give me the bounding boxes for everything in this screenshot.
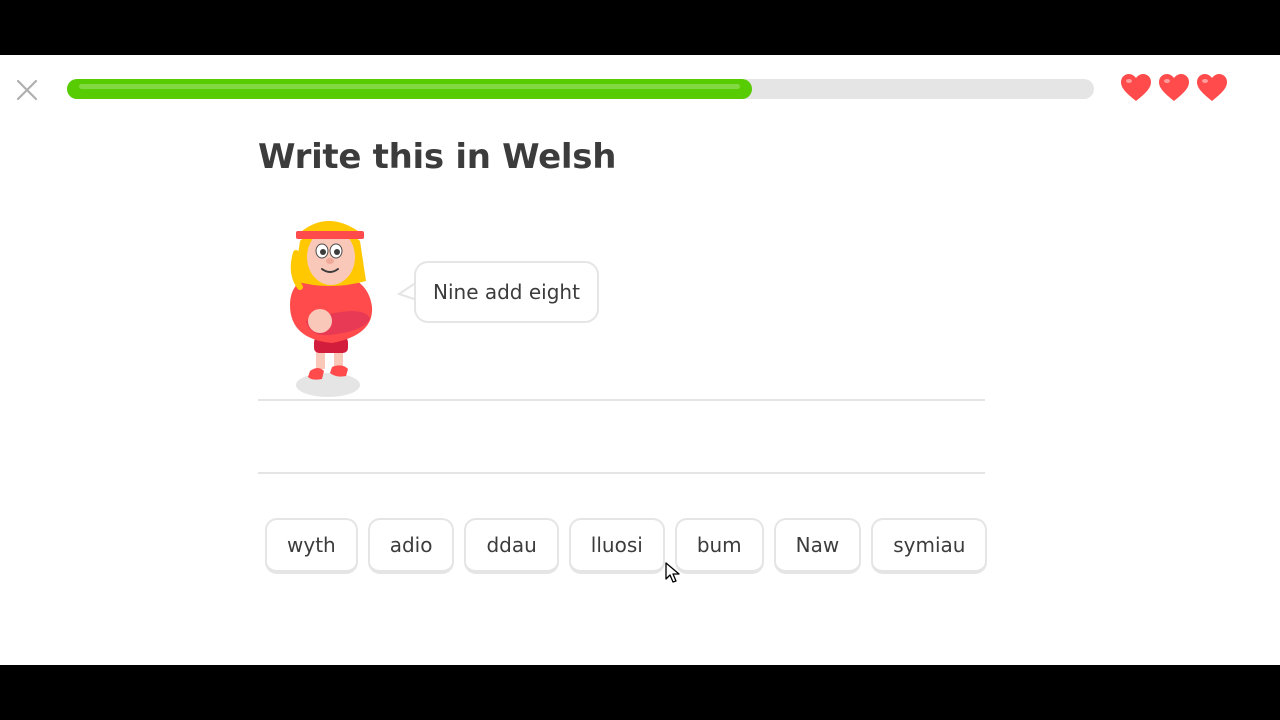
progress-fill — [67, 79, 752, 99]
heart-icon — [1120, 73, 1152, 107]
heart-icon — [1158, 73, 1190, 107]
letterbox-bottom — [0, 665, 1280, 720]
word-tile-ddau[interactable]: ddau — [464, 518, 559, 574]
word-tile-adio[interactable]: adio — [367, 518, 455, 574]
character-illustration — [290, 221, 373, 397]
lesson-screen: Write this in Welsh Nine add eight wyth … — [0, 55, 1280, 665]
heart-icon — [1196, 73, 1228, 107]
prompt-text: Nine add eight — [433, 280, 580, 304]
speech-bubble[interactable]: Nine add eight — [414, 261, 599, 323]
progress-bar — [67, 79, 1094, 99]
page-title: Write this in Welsh — [258, 137, 617, 177]
word-tile-wyth[interactable]: wyth — [265, 518, 358, 574]
letterbox-top — [0, 0, 1280, 55]
mouse-cursor-icon — [665, 562, 680, 583]
hearts — [1120, 73, 1228, 107]
word-tile-symiau[interactable]: symiau — [871, 518, 988, 574]
word-tile-naw[interactable]: Naw — [773, 518, 862, 574]
answer-line — [258, 399, 985, 401]
close-button[interactable] — [12, 75, 42, 105]
word-bank: wyth adio ddau lluosi bum Naw symiau — [265, 518, 988, 574]
word-tile-bum[interactable]: bum — [674, 518, 764, 574]
answer-line — [258, 472, 985, 474]
close-icon — [16, 79, 38, 101]
word-tile-lluosi[interactable]: lluosi — [568, 518, 665, 574]
